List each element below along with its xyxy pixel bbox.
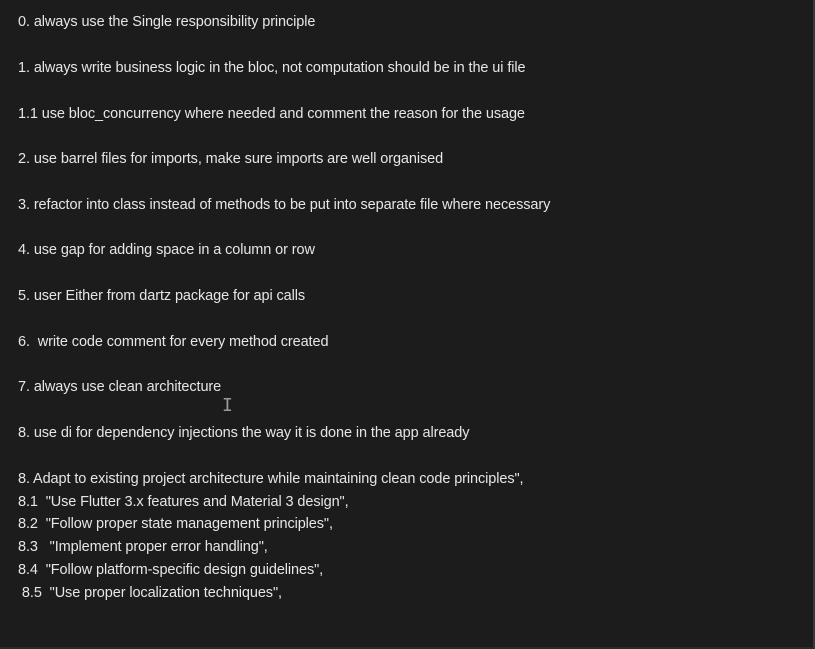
text-line[interactable]: 8.3 "Implement proper error handling", [18, 537, 268, 557]
text-line[interactable]: 7. always use clean architecture [18, 377, 221, 397]
text-line[interactable]: 8.2 "Follow proper state management prin… [18, 514, 333, 534]
text-line[interactable]: 5. user Either from dartz package for ap… [18, 286, 305, 306]
text-line[interactable]: 1. always write business logic in the bl… [18, 58, 526, 78]
text-line[interactable]: 0. always use the Single responsibility … [18, 12, 315, 32]
text-line[interactable]: 8. use di for dependency injections the … [18, 423, 469, 443]
text-line[interactable]: 8. Adapt to existing project architectur… [18, 469, 524, 489]
text-line[interactable]: 2. use barrel files for imports, make su… [18, 149, 443, 169]
text-line[interactable]: 1.1 use bloc_concurrency where needed an… [18, 104, 525, 124]
text-line[interactable]: 4. use gap for adding space in a column … [18, 240, 315, 260]
text-line[interactable]: 3. refactor into class instead of method… [18, 195, 550, 215]
text-line[interactable]: 6. write code comment for every method c… [18, 332, 329, 352]
text-line[interactable]: 8.4 "Follow platform-specific design gui… [18, 560, 323, 580]
text-line[interactable]: 8.5 "Use proper localization techniques"… [18, 583, 282, 603]
text-editor-window: 0. always use the Single responsibility … [0, 0, 815, 649]
text-cursor-icon: I [222, 395, 233, 416]
text-line[interactable]: 8.1 "Use Flutter 3.x features and Materi… [18, 492, 349, 512]
